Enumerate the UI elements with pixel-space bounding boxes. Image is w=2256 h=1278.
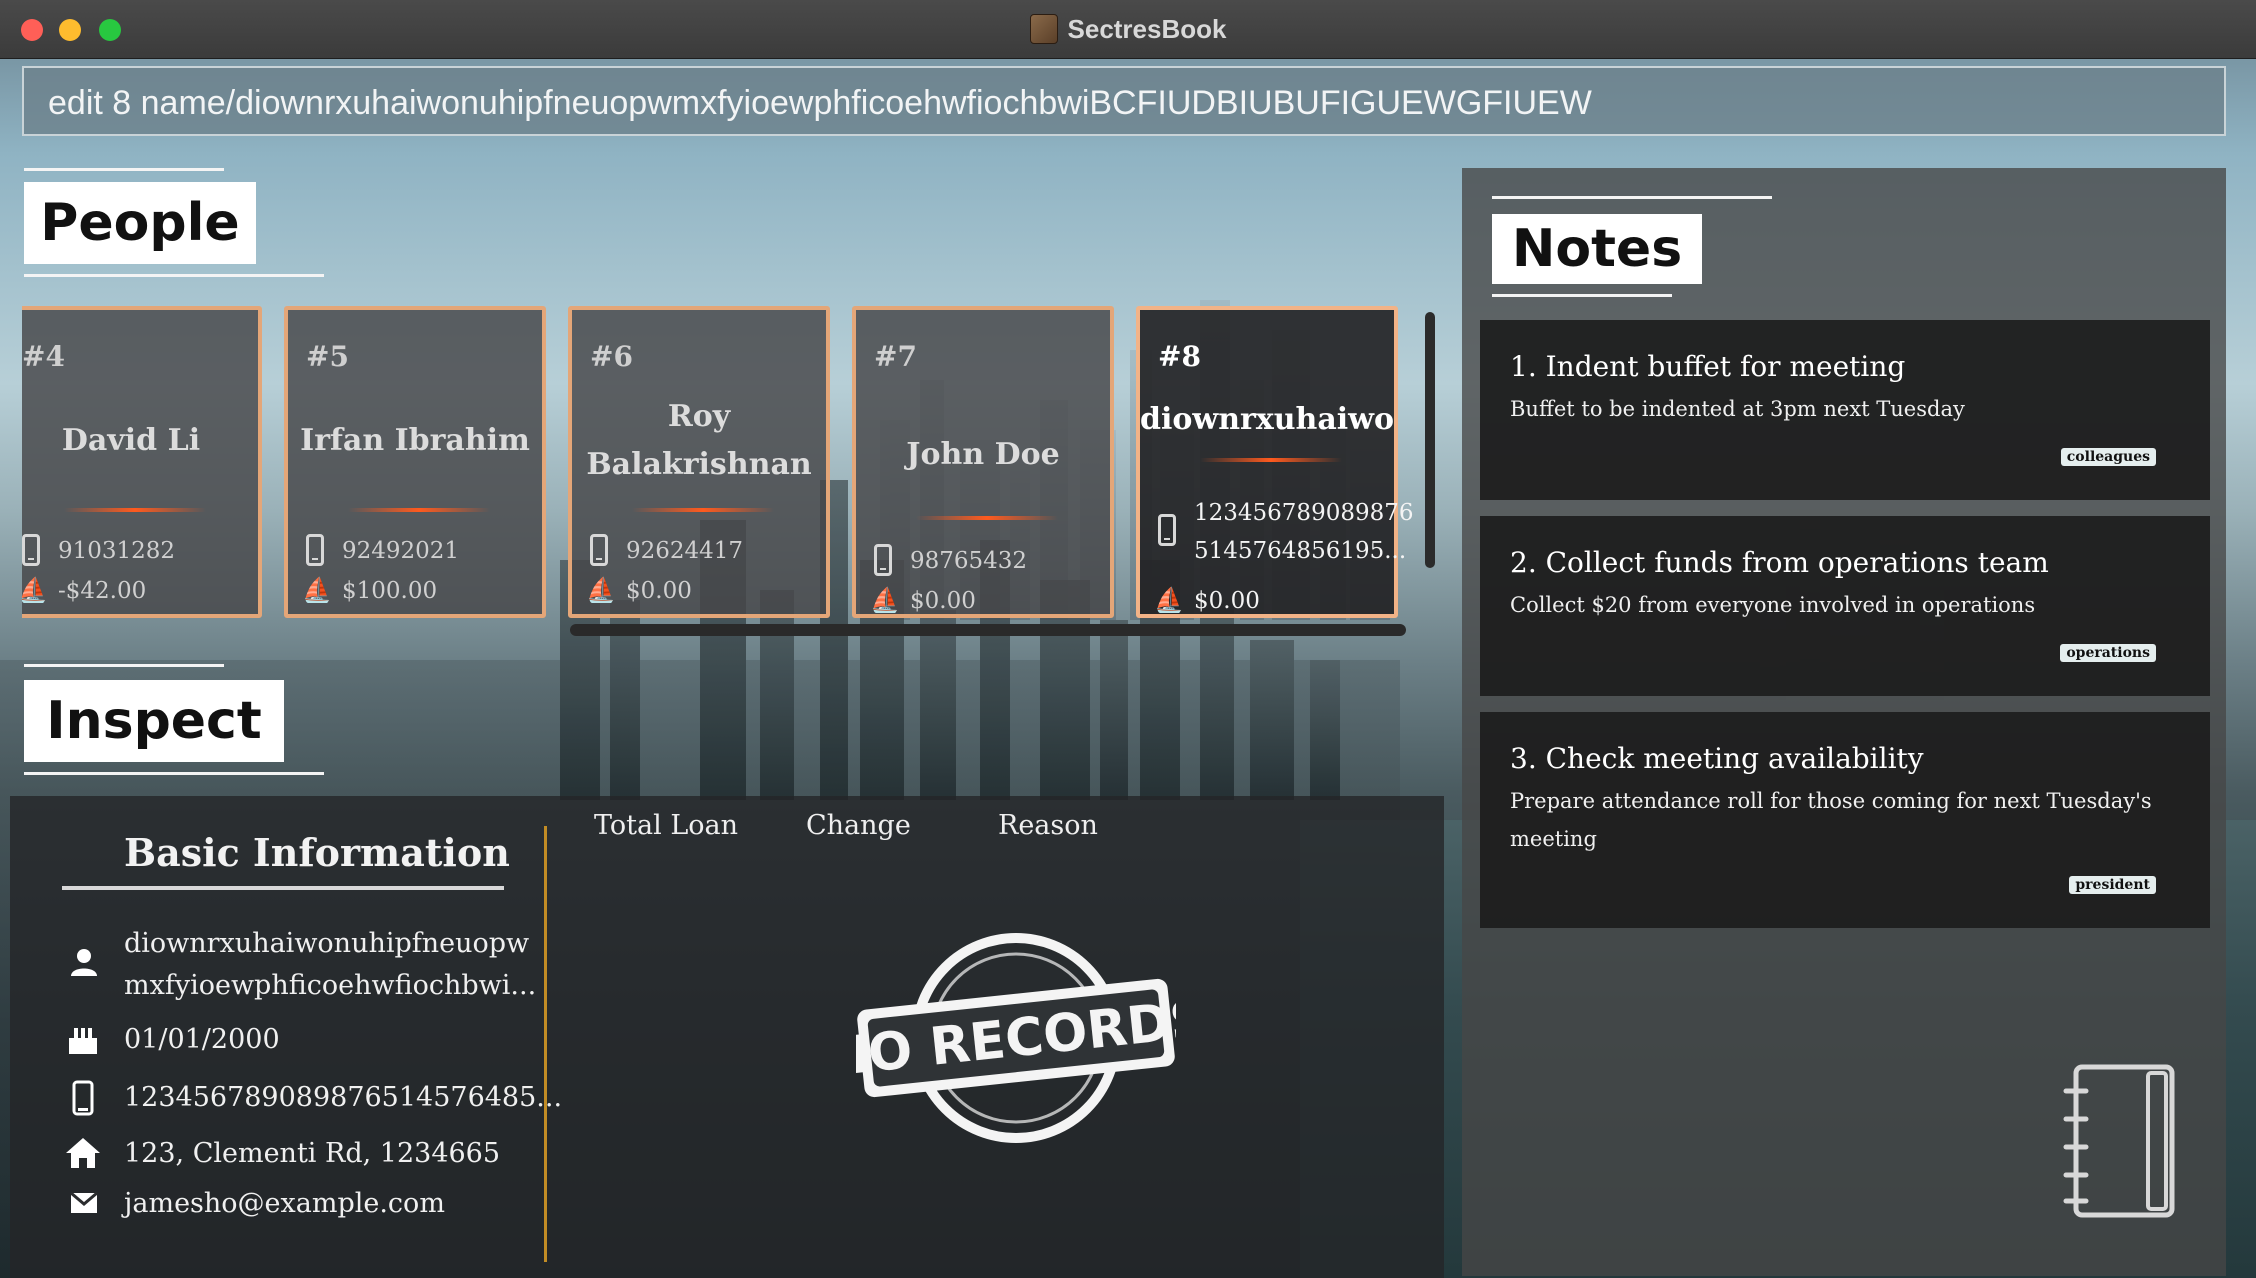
note-body: Buffet to be indented at 3pm next Tuesda… <box>1510 397 1965 421</box>
card-list-horizontal-scrollbar[interactable] <box>570 624 1406 636</box>
person-card[interactable]: #4 David Li 91031282 ⛵ -$42.00 <box>22 306 262 618</box>
people-header-rule-top <box>24 168 224 171</box>
card-phone: 92492021 <box>342 538 460 564</box>
inspect-divider <box>544 826 547 1262</box>
phone-icon <box>1158 514 1176 546</box>
card-divider <box>1200 458 1342 462</box>
phone-icon <box>72 1080 94 1116</box>
note-body: Collect $20 from everyone involved in op… <box>1510 593 2036 617</box>
card-name: diownrxuhaiwo <box>1140 402 1395 437</box>
cake-icon <box>69 1028 97 1054</box>
inspect-heading: Inspect <box>24 680 284 762</box>
inspect-address: 123, Clementi Rd, 1234665 <box>124 1138 501 1169</box>
card-loan: $0.00 <box>1194 588 1260 614</box>
column-header-change: Change <box>806 810 911 841</box>
phone-icon <box>306 534 324 566</box>
column-header-reason: Reason <box>998 810 1098 841</box>
inspect-name-line2: mxfyioewphficoehwfiochbwi... <box>124 970 537 1001</box>
person-card-list[interactable]: #4 David Li 91031282 ⛵ -$42.00 #5 Irfan … <box>22 306 1426 618</box>
people-heading: People <box>24 182 256 264</box>
window-title: SectresBook <box>1067 13 1227 44</box>
notes-header-rule-bottom <box>1492 294 1672 297</box>
inspect-phone: 12345678908987651457648​5... <box>124 1082 563 1113</box>
card-phone: 98765432 <box>910 548 1028 574</box>
phone-icon <box>590 534 608 566</box>
inspect-birthday: 01/01/2000 <box>124 1024 280 1055</box>
person-card[interactable]: #6 Roy Balakrishnan 92624417 ⛵ $0.00 <box>568 306 830 618</box>
card-divider <box>64 508 206 512</box>
note-item[interactable]: 1. Indent buffet for meeting Buffet to b… <box>1480 320 2210 500</box>
phone-icon <box>874 544 892 576</box>
card-name: Irfan Ibrahim <box>300 423 530 458</box>
note-body: Prepare attendance roll for those coming… <box>1510 789 2152 851</box>
hand-money-icon: ⛵ <box>870 586 900 614</box>
hand-money-icon: ⛵ <box>1154 586 1184 614</box>
card-index: #8 <box>1158 340 1201 373</box>
note-item[interactable]: 2. Collect funds from operations team Co… <box>1480 516 2210 696</box>
card-index: #5 <box>306 340 349 373</box>
card-name: Roy Balakrishnan <box>586 399 812 482</box>
app-icon <box>1029 14 1058 44</box>
person-card[interactable]: #7 John Doe 98765432 ⛵ $0.00 <box>852 306 1114 618</box>
card-loan: -$42.00 <box>58 578 147 604</box>
command-input[interactable]: edit 8 name/diownrxuhaiwonuhipfneuopwmxf… <box>22 66 2226 136</box>
notebook-icon[interactable] <box>2062 1063 2180 1219</box>
card-divider <box>916 516 1058 520</box>
basic-information-title: Basic Information <box>124 830 510 875</box>
card-index: #4 <box>22 340 65 373</box>
note-title: 3. Check meeting availability <box>1510 742 1924 775</box>
hand-money-icon: ⛵ <box>302 576 332 604</box>
card-phone: 92624417 <box>626 538 744 564</box>
card-index: #6 <box>590 340 633 373</box>
card-phone-line1: 123456789089876 <box>1194 500 1414 526</box>
card-name: John Doe <box>906 437 1060 472</box>
mail-icon <box>70 1192 98 1213</box>
card-index: #7 <box>874 340 917 373</box>
inspect-header-rule-bottom <box>24 772 324 775</box>
people-header-rule-bottom <box>24 274 324 277</box>
hand-money-icon: ⛵ <box>586 576 616 604</box>
note-item[interactable]: 3. Check meeting availability Prepare at… <box>1480 712 2210 928</box>
command-input-value[interactable]: edit 8 name/diownrxuhaiwonuhipfneuopwmxf… <box>48 84 1592 123</box>
person-card-selected[interactable]: #8 diownrxuhaiwo 123456789089876 5145764… <box>1136 306 1414 618</box>
phone-icon <box>22 534 40 566</box>
note-title: 2. Collect funds from operations team <box>1510 546 2049 579</box>
note-tag: operations <box>2060 644 2156 662</box>
no-records-stamp: NO RECORDS <box>856 933 1176 1143</box>
basic-information-rule <box>62 886 504 890</box>
card-loan: $100.00 <box>342 578 438 604</box>
note-tag: colleagues <box>2060 448 2156 466</box>
column-header-total-loan: Total Loan <box>594 810 739 841</box>
card-loan: $0.00 <box>910 588 976 614</box>
note-title: 1. Indent buffet for meeting <box>1510 350 1906 383</box>
person-icon <box>71 949 97 976</box>
card-phone-line2: 5145764856195... <box>1194 538 1407 564</box>
inspect-name-line1: diownrxuhaiwonuhipfneuopw <box>124 928 530 959</box>
notes-header-rule-top <box>1492 196 1772 199</box>
notes-heading: Notes <box>1492 214 1702 284</box>
home-icon <box>66 1138 100 1168</box>
card-divider <box>632 508 774 512</box>
card-list-vertical-scrollbar[interactable] <box>1425 312 1435 568</box>
window-titlebar: SectresBook <box>0 0 2256 59</box>
person-card[interactable]: #5 Irfan Ibrahim 92492021 ⛵ $100.00 <box>284 306 546 618</box>
inspect-email: jamesho@example.com <box>124 1188 445 1219</box>
card-name: David Li <box>61 423 201 458</box>
card-phone: 91031282 <box>58 538 176 564</box>
card-loan: $0.00 <box>626 578 692 604</box>
hand-money-icon: ⛵ <box>22 576 48 604</box>
card-divider <box>348 508 490 512</box>
note-tag: president <box>2069 876 2156 894</box>
inspect-header-rule-top <box>24 664 224 667</box>
